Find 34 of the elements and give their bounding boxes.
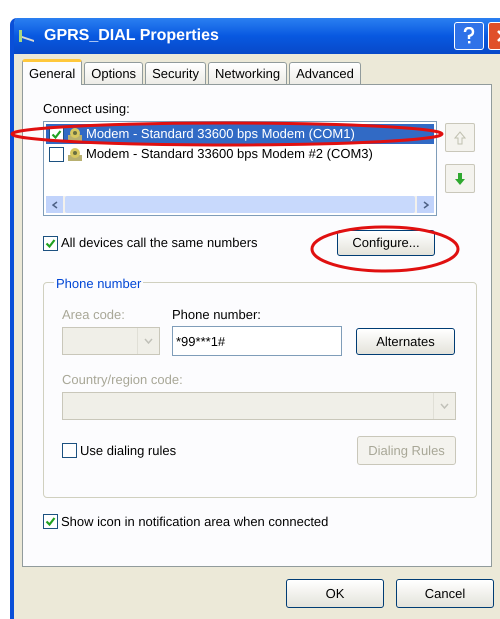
- checkbox[interactable]: [49, 146, 64, 162]
- phone-number-field[interactable]: *99***1#: [172, 326, 342, 356]
- field-label: Connect using:: [43, 100, 131, 118]
- tab[interactable]: Networking: [208, 62, 288, 84]
- checkbox-label: Show icon in notification area when connected: [61, 513, 328, 531]
- device-name: Modem - Standard 33600 bps Modem (COM1): [86, 126, 355, 142]
- device-name: Modem - Standard 33600 bps Modem #2 (COM3): [86, 146, 373, 162]
- modem-icon: [67, 126, 83, 142]
- tab[interactable]: General: [22, 59, 82, 85]
- button[interactable]: Cancel: [396, 579, 494, 608]
- down-arrow-icon: [454, 172, 466, 186]
- up-arrow-icon: [454, 130, 466, 144]
- field-label: Area code:: [62, 306, 126, 321]
- button[interactable]: OK: [286, 579, 384, 608]
- scroll-left-icon[interactable]: [46, 196, 63, 213]
- checkbox-label: All devices call the same numbers: [61, 234, 258, 252]
- button[interactable]: Configure...: [337, 230, 435, 256]
- network-connection-icon: [18, 28, 36, 44]
- field-label: Country/region code:: [62, 371, 184, 386]
- checkbox-label: Use dialing rules: [80, 442, 176, 460]
- move-down-button[interactable]: [445, 164, 475, 193]
- tab[interactable]: Options: [84, 62, 144, 84]
- modem-icon: [67, 146, 83, 162]
- scroll-right-icon[interactable]: [417, 196, 434, 213]
- checkbox[interactable]: [62, 443, 77, 458]
- checkbox[interactable]: [43, 236, 58, 250]
- tab[interactable]: Advanced: [289, 62, 361, 84]
- checkbox[interactable]: [43, 514, 58, 530]
- device-item[interactable]: Modem - Standard 33600 bps Modem #2 (COM3): [46, 144, 434, 164]
- button[interactable]: Alternates: [356, 328, 455, 355]
- window-title: GPRS_DIAL Properties: [44, 26, 219, 46]
- help-icon[interactable]: [454, 22, 484, 50]
- tab[interactable]: Security: [145, 62, 206, 84]
- field-label: Phone number:: [172, 306, 262, 321]
